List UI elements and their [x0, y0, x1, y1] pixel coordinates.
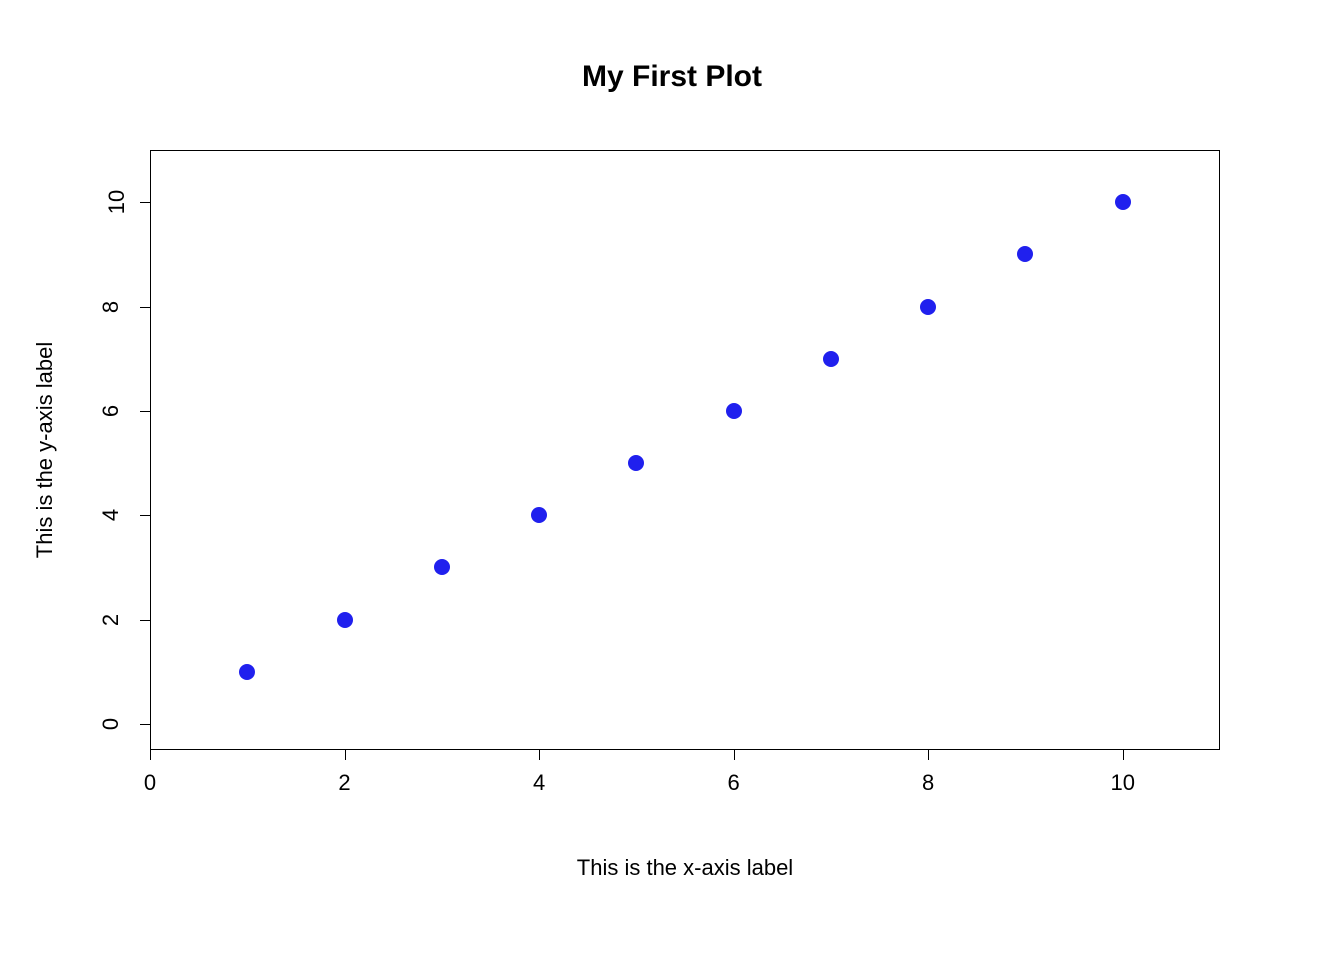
x-tick-label: 4	[533, 770, 545, 796]
x-tick	[734, 750, 735, 760]
data-point	[531, 507, 547, 523]
data-point	[337, 612, 353, 628]
y-tick	[140, 515, 150, 516]
data-point	[434, 559, 450, 575]
y-axis-label-text: This is the y-axis label	[32, 342, 58, 558]
y-tick-label: 10	[104, 190, 130, 214]
data-point	[239, 664, 255, 680]
y-tick-label: 8	[98, 300, 124, 312]
y-tick-label: 4	[98, 509, 124, 521]
data-point	[726, 403, 742, 419]
data-point	[823, 351, 839, 367]
x-tick-label: 6	[728, 770, 740, 796]
y-tick	[140, 620, 150, 621]
chart-title: My First Plot	[0, 60, 1344, 94]
y-tick	[140, 202, 150, 203]
x-tick	[150, 750, 151, 760]
y-tick-label: 2	[98, 613, 124, 625]
x-tick-label: 2	[338, 770, 350, 796]
data-point	[1115, 194, 1131, 210]
chart-container: My First Plot This is the y-axis label T…	[0, 0, 1344, 960]
x-tick	[928, 750, 929, 760]
data-point	[1017, 246, 1033, 262]
x-tick	[539, 750, 540, 760]
y-tick	[140, 724, 150, 725]
y-tick-label: 6	[98, 405, 124, 417]
data-point	[628, 455, 644, 471]
y-axis-label: This is the y-axis label	[30, 150, 60, 750]
y-tick	[140, 307, 150, 308]
y-tick-label: 0	[98, 718, 124, 730]
x-tick-label: 8	[922, 770, 934, 796]
plot-area	[150, 150, 1220, 750]
x-tick-label: 10	[1110, 770, 1134, 796]
x-tick	[345, 750, 346, 760]
x-tick	[1123, 750, 1124, 760]
x-tick-label: 0	[144, 770, 156, 796]
y-tick	[140, 411, 150, 412]
data-point	[920, 299, 936, 315]
x-axis-label: This is the x-axis label	[150, 855, 1220, 881]
